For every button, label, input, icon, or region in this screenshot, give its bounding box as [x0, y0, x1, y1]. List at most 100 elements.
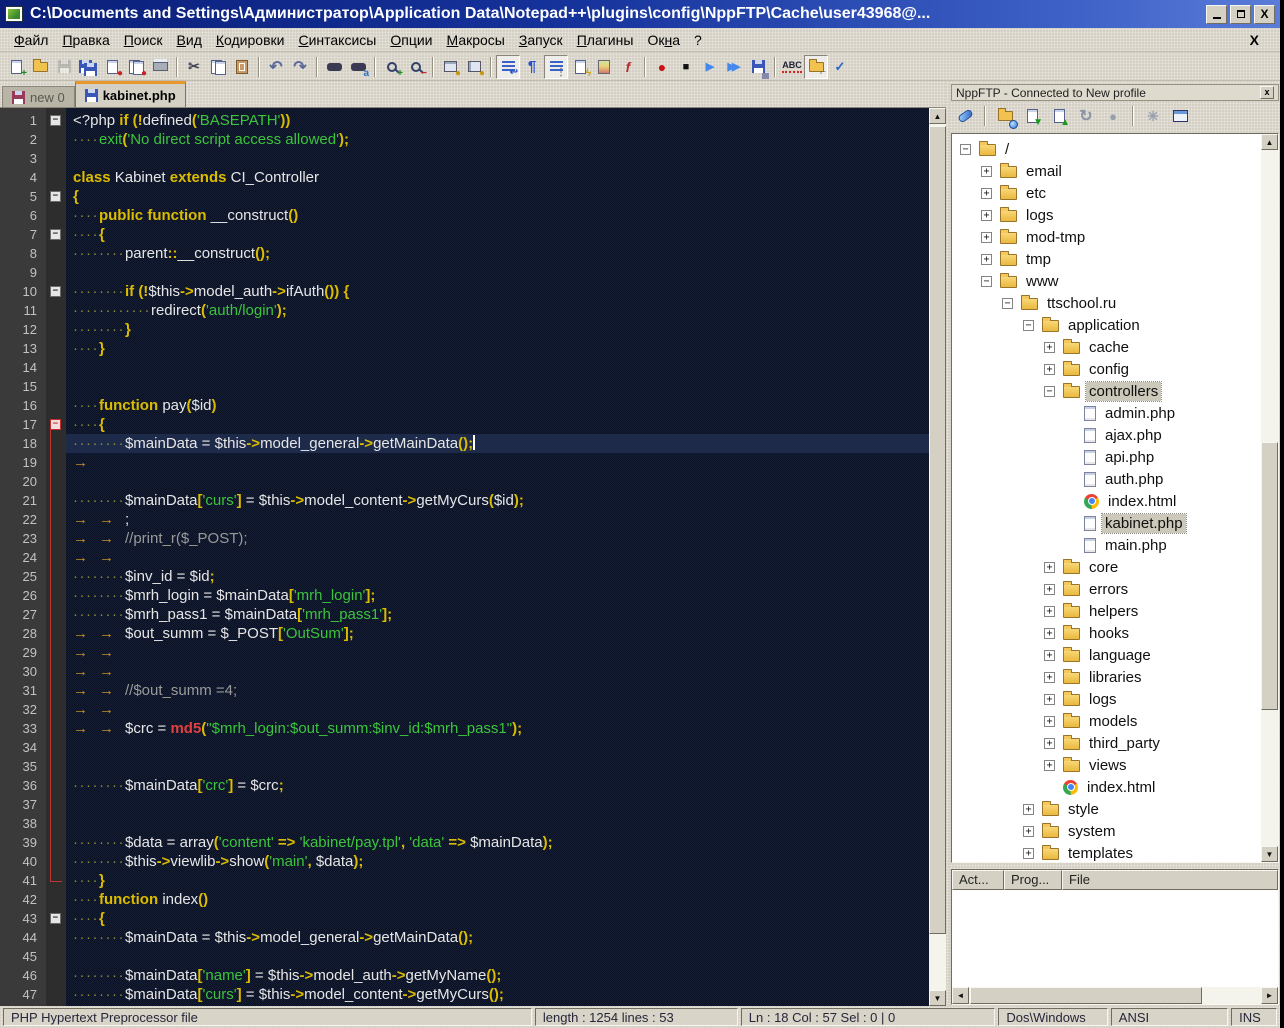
document-map-button[interactable] — [592, 55, 616, 79]
close-all-button[interactable]: ● — [124, 55, 148, 79]
abort-button[interactable]: ● — [1101, 104, 1125, 128]
indent-guides-button[interactable]: ⋮ — [544, 54, 568, 79]
code-line[interactable]: 17 − ····{ — [0, 415, 929, 434]
connect-button[interactable] — [953, 104, 977, 128]
tree-item[interactable]: admin.php — [952, 402, 1278, 424]
tree-toggle[interactable]: + — [981, 209, 992, 221]
tree-vertical-scrollbar[interactable]: ▲ ▼ — [1261, 134, 1278, 862]
transfer-list-horizontal-scrollbar[interactable]: ◄ ► — [952, 987, 1278, 1004]
code-line[interactable]: 35 — [0, 757, 929, 776]
code-line[interactable]: 45 — [0, 947, 929, 966]
tree-item[interactable]: index.html — [952, 776, 1278, 798]
code-line[interactable]: 22 → →; — [0, 510, 929, 529]
tab-new-0[interactable]: new 0 — [2, 86, 75, 107]
tree-item[interactable]: + templates — [952, 842, 1278, 862]
tab-kabinet-php[interactable]: kabinet.php — [74, 81, 186, 107]
tree-toggle[interactable]: + — [1044, 583, 1055, 595]
code-line[interactable]: 29 → → — [0, 643, 929, 662]
code-line[interactable]: 2 ····exit('No direct script access allow… — [0, 130, 929, 149]
define-language-button[interactable]: ϟ — [568, 55, 592, 79]
code-line[interactable]: 6 ····public function __construct() — [0, 206, 929, 225]
tree-item[interactable]: + tmp — [952, 248, 1278, 270]
close-document-button[interactable]: X — [1246, 32, 1263, 48]
tree-item[interactable]: + language — [952, 644, 1278, 666]
column-header-act[interactable]: Act... — [952, 870, 1004, 890]
minimize-button[interactable] — [1206, 4, 1227, 24]
tree-toggle[interactable]: + — [1044, 363, 1055, 375]
tree-toggle[interactable]: + — [1044, 605, 1055, 617]
code-line[interactable]: 24 → → — [0, 548, 929, 567]
tree-item[interactable]: + core — [952, 556, 1278, 578]
code-line[interactable]: 14 — [0, 358, 929, 377]
tree-item[interactable]: + style — [952, 798, 1278, 820]
code-line[interactable]: 20 — [0, 472, 929, 491]
code-line[interactable]: 12 ········} — [0, 320, 929, 339]
fold-toggle[interactable]: − — [50, 115, 61, 126]
tree-toggle[interactable]: + — [1044, 627, 1055, 639]
paste-button[interactable] — [230, 55, 254, 79]
code-line[interactable]: 39 ········$data = array('content' => 'ka… — [0, 833, 929, 852]
tree-item[interactable]: + models — [952, 710, 1278, 732]
tree-scrollbar-thumb[interactable] — [1261, 442, 1278, 710]
tree-toggle[interactable]: + — [1044, 649, 1055, 661]
macro-save-button[interactable] — [746, 55, 770, 79]
menu-item[interactable]: Плагины — [570, 30, 641, 50]
menu-item[interactable]: Макросы — [440, 30, 512, 50]
code-line[interactable]: 1 − <?php if (!defined('BASEPATH')) — [0, 111, 929, 130]
tree-item[interactable]: + system — [952, 820, 1278, 842]
menu-item[interactable]: Вид — [170, 30, 209, 50]
tree-toggle[interactable]: − — [981, 275, 992, 287]
tree-item[interactable]: + errors — [952, 578, 1278, 600]
code-line[interactable]: 21 ········$mainData['curs'] = $this->mod… — [0, 491, 929, 510]
tree-item[interactable]: − controllers — [952, 380, 1278, 402]
nppftp-close-button[interactable]: x — [1260, 86, 1274, 99]
refresh-button[interactable]: ↻ — [1074, 104, 1098, 128]
code-line[interactable]: 7 − ····{ — [0, 225, 929, 244]
copy-button[interactable] — [206, 55, 230, 79]
tree-toggle[interactable]: + — [981, 253, 992, 265]
macro-run-multiple-button[interactable]: ▶▶ — [722, 55, 746, 79]
macro-record-button[interactable]: ● — [650, 55, 674, 79]
code-line[interactable]: 4 class Kabinet extends CI_Controller — [0, 168, 929, 187]
tree-toggle[interactable]: − — [1023, 319, 1034, 331]
restore-button[interactable] — [1230, 4, 1251, 24]
code-line[interactable]: 23 → →//print_r($_POST); — [0, 529, 929, 548]
tree-toggle[interactable]: + — [1023, 847, 1034, 859]
tree-toggle[interactable]: + — [1044, 759, 1055, 771]
code-line[interactable]: 44 ········$mainData = $this->model_gener… — [0, 928, 929, 947]
editor-scrollbar-thumb[interactable] — [929, 126, 946, 934]
code-line[interactable]: 43 − ····{ — [0, 909, 929, 928]
redo-button[interactable]: ↷ — [288, 55, 312, 79]
code-line[interactable]: 32 → → — [0, 700, 929, 719]
code-line[interactable]: 28 → → $out_summ = $_POST['OutSum']; — [0, 624, 929, 643]
download-button[interactable]: ▼ — [1020, 104, 1044, 128]
messages-button[interactable] — [1168, 104, 1192, 128]
close-file-button[interactable]: ● — [100, 55, 124, 79]
fold-toggle[interactable]: − — [50, 191, 61, 202]
scroll-down-button[interactable]: ▼ — [929, 990, 946, 1006]
code-line[interactable]: 18 ········$mainData = $this->model_gener… — [0, 434, 929, 453]
tree-toggle[interactable]: + — [1044, 671, 1055, 683]
tree-toggle[interactable]: + — [981, 165, 992, 177]
code-line[interactable]: 37 — [0, 795, 929, 814]
replace-button[interactable]: a — [346, 55, 370, 79]
tree-item[interactable]: main.php — [952, 534, 1278, 556]
tree-toggle[interactable]: + — [1023, 803, 1034, 815]
menu-item[interactable]: Правка — [55, 30, 116, 50]
code-line[interactable]: 10 − ········if (!$this->model_auth->ifAut… — [0, 282, 929, 301]
tree-item[interactable]: + logs — [952, 688, 1278, 710]
tree-item[interactable]: + email — [952, 160, 1278, 182]
tree-toggle[interactable]: + — [1044, 737, 1055, 749]
code-line[interactable]: 40 ········$this->viewlib->show('main', $… — [0, 852, 929, 871]
sync-scroll-vertical-button[interactable]: ● — [438, 55, 462, 79]
tree-toggle[interactable]: + — [1044, 715, 1055, 727]
word-wrap-button[interactable]: ↩ — [496, 54, 520, 79]
tree-item[interactable]: + mod-tmp — [952, 226, 1278, 248]
tree-item[interactable]: + libraries — [952, 666, 1278, 688]
macro-stop-button[interactable]: ■ — [674, 55, 698, 79]
code-line[interactable]: 30 → → — [0, 662, 929, 681]
list-scrollbar-thumb[interactable] — [970, 987, 1202, 1004]
cut-button[interactable]: ✂ — [182, 55, 206, 79]
fold-toggle[interactable]: − — [50, 913, 61, 924]
tree-item[interactable]: kabinet.php — [952, 512, 1278, 534]
